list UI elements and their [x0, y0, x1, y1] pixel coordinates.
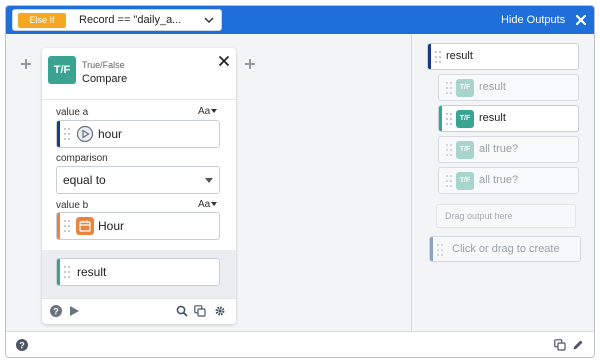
comparison-select[interactable]: equal to: [56, 166, 220, 194]
help-icon[interactable]: ?: [50, 305, 62, 317]
gear-icon[interactable]: [214, 305, 226, 317]
drag-handle-icon[interactable]: [446, 82, 452, 94]
true-false-icon: T/F: [456, 110, 474, 128]
output-label: all true?: [479, 174, 519, 186]
drag-handle-icon[interactable]: [64, 128, 70, 140]
field-accent: [57, 213, 60, 239]
svg-text:?: ?: [19, 340, 25, 350]
drag-handle-icon[interactable]: [435, 51, 441, 63]
caret-down-icon: [205, 178, 213, 183]
output-item[interactable]: T/F all true?: [438, 136, 579, 163]
play-icon[interactable]: [68, 305, 80, 317]
play-circle-icon: [76, 125, 94, 143]
result-output[interactable]: result: [56, 258, 220, 286]
close-icon[interactable]: [218, 55, 230, 67]
type-toggle-label: Aa: [198, 199, 211, 210]
drag-handle-icon[interactable]: [446, 144, 452, 156]
condition-selector[interactable]: Else If Record == "daily_a...: [12, 9, 222, 31]
comparison-value: equal to: [63, 173, 106, 187]
create-output-button[interactable]: Click or drag to create: [429, 236, 581, 262]
field-accent: [439, 106, 442, 131]
card-kind: True/False: [82, 60, 125, 70]
copy-icon[interactable]: [194, 305, 206, 317]
true-false-icon: T/F: [456, 79, 474, 97]
add-after-icon[interactable]: [244, 58, 256, 70]
output-label: all true?: [479, 143, 519, 155]
output-label: result: [446, 50, 473, 62]
close-icon[interactable]: [573, 12, 589, 28]
card-header: T/F True/False Compare: [42, 48, 236, 94]
result-zone: result: [42, 250, 236, 298]
output-item[interactable]: T/F all true?: [438, 167, 579, 194]
calendar-icon: [76, 217, 94, 235]
value-b-type-toggle[interactable]: Aa: [198, 199, 218, 210]
card-footer: ?: [42, 298, 236, 324]
create-label: Click or drag to create: [452, 243, 560, 255]
field-accent: [430, 237, 433, 261]
hide-outputs-button[interactable]: Hide Outputs: [501, 6, 565, 34]
search-icon[interactable]: [176, 305, 188, 317]
logic-canvas: T/F True/False Compare value a Aa hour c…: [6, 34, 411, 331]
outputs-panel: result T/F result T/F result T/F all tru…: [411, 34, 594, 331]
value-a-type-toggle[interactable]: Aa: [198, 106, 218, 117]
output-item[interactable]: T/F result: [438, 105, 579, 132]
drag-output-dropzone[interactable]: Drag output here: [436, 204, 576, 228]
drag-handle-icon[interactable]: [64, 266, 70, 278]
compare-card: T/F True/False Compare value a Aa hour c…: [42, 48, 236, 324]
logic-editor-window: Else If Record == "daily_a... Hide Outpu…: [5, 5, 595, 358]
svg-text:?: ?: [53, 306, 59, 316]
value-a-text: hour: [98, 127, 123, 141]
value-b-text: Hour: [98, 219, 125, 233]
card-title: Compare: [82, 73, 128, 85]
caret-down-icon: [211, 202, 218, 207]
value-a-field[interactable]: hour: [56, 120, 220, 148]
divider: [42, 99, 236, 100]
top-bar: Else If Record == "daily_a... Hide Outpu…: [6, 6, 594, 34]
add-before-icon[interactable]: [20, 58, 32, 70]
help-icon[interactable]: ?: [16, 339, 28, 351]
output-item[interactable]: result: [427, 43, 579, 70]
chevron-down-icon: [204, 17, 214, 23]
true-false-icon: T/F: [456, 172, 474, 190]
value-a-label: value a: [56, 107, 89, 118]
field-accent: [57, 121, 60, 147]
drag-handle-icon[interactable]: [64, 220, 70, 232]
field-accent: [57, 259, 60, 285]
drag-handle-icon[interactable]: [446, 113, 452, 125]
output-item[interactable]: T/F result: [438, 74, 579, 101]
true-false-icon: T/F: [48, 56, 76, 84]
value-b-field[interactable]: Hour: [56, 212, 220, 240]
caret-down-icon: [211, 109, 218, 114]
drag-handle-icon[interactable]: [437, 244, 443, 256]
else-if-badge: Else If: [18, 13, 66, 28]
type-toggle-label: Aa: [198, 106, 211, 117]
output-label: result: [479, 112, 506, 124]
true-false-icon: T/F: [456, 141, 474, 159]
copy-icon[interactable]: [554, 339, 566, 351]
condition-text: Record == "daily_a...: [79, 14, 182, 26]
comparison-label: comparison: [56, 153, 108, 164]
pencil-icon[interactable]: [572, 339, 584, 351]
output-label: result: [479, 81, 506, 93]
bottom-bar: ?: [6, 331, 594, 357]
field-accent: [428, 44, 431, 69]
result-text: result: [77, 265, 107, 279]
value-b-label: value b: [56, 200, 89, 211]
drag-handle-icon[interactable]: [446, 175, 452, 187]
